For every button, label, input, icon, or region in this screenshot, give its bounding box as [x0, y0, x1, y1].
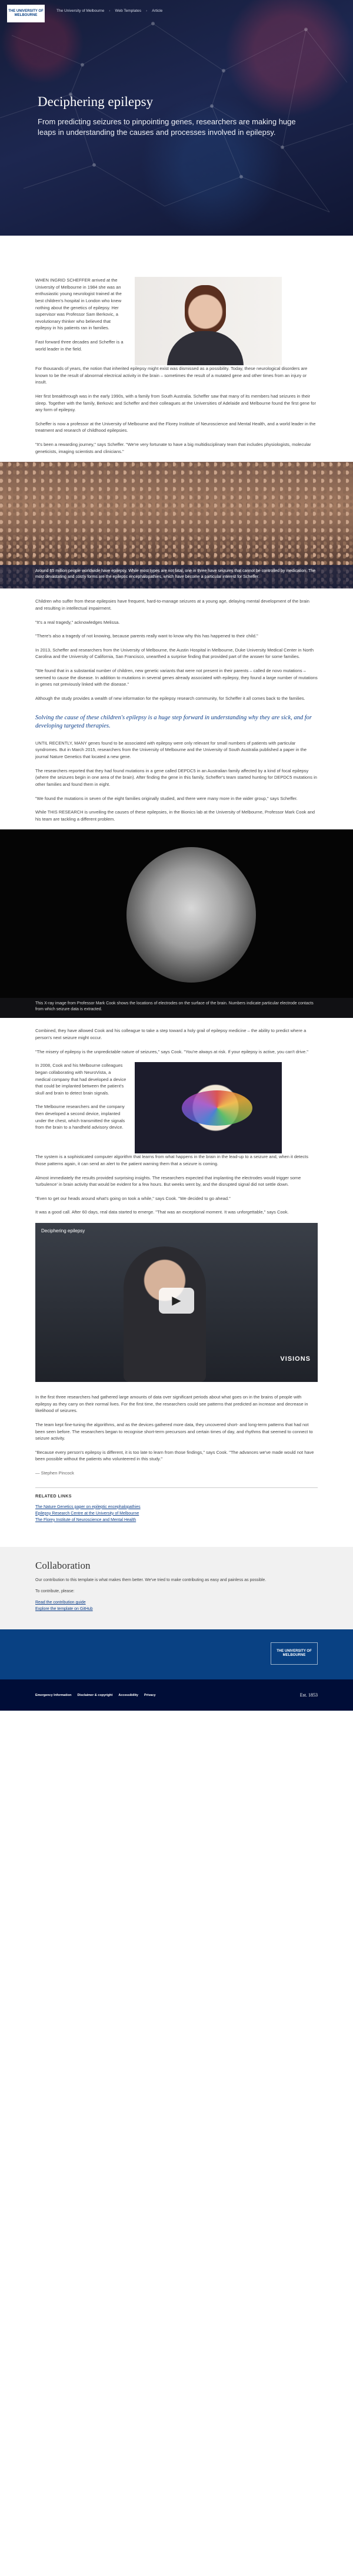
- paragraph: Combined, they have allowed Cook and his…: [35, 1028, 307, 1041]
- paragraph: In the first three researchers had gathe…: [35, 1394, 308, 1414]
- page-subtitle: From predicting seizures to pinpointing …: [38, 117, 296, 137]
- paragraph: Her first breakthrough was in the early …: [35, 393, 316, 413]
- related-heading: RELATED LINKS: [35, 1494, 72, 1499]
- related-links: RELATED LINKS The Nature Genetics paper …: [35, 1487, 318, 1523]
- brain-activity-shape: [182, 1090, 252, 1126]
- author-attribution: — Stephen Pincock: [35, 1470, 74, 1476]
- xray-caption: This X-ray image from Professor Mark Coo…: [0, 998, 353, 1019]
- brain-text: In 2008, Cook and his Melbourne colleagu…: [35, 1062, 126, 1138]
- xray-image: This X-ray image from Professor Mark Coo…: [0, 829, 353, 1019]
- footer-established: Est. 1853: [299, 1692, 318, 1698]
- footer-bottom: Emergency Information Disclaimer & copyr…: [0, 1679, 353, 1711]
- paragraph: WHEN INGRID SCHEFFER arrived at the Univ…: [35, 277, 122, 331]
- researcher-portrait-image: [135, 277, 282, 365]
- university-logo[interactable]: THE UNIVERSITY OF MELBOURNE: [7, 5, 45, 22]
- related-link[interactable]: The Nature Genetics paper on epileptic e…: [35, 1504, 318, 1510]
- collaboration-link[interactable]: Read the contribution guide: [35, 1599, 318, 1606]
- paragraph: The system is a sophisticated computer a…: [35, 1154, 309, 1166]
- video-player[interactable]: Deciphering epilepsy ▶ VISIONS: [35, 1223, 318, 1383]
- footer-logo-line2: MELBOURNE: [282, 1654, 306, 1658]
- breadcrumb-separator: ›: [109, 8, 111, 13]
- paragraph: Scheffer is now a professor at the Unive…: [35, 421, 316, 434]
- footer-university-logo[interactable]: THE UNIVERSITY OF MELBOURNE: [271, 1642, 318, 1665]
- logo-line1: THE UNIVERSITY OF: [8, 9, 44, 14]
- paragraph: For thousands of years, the notion that …: [35, 366, 308, 385]
- breadcrumb-item[interactable]: Article: [152, 9, 162, 13]
- breadcrumb-separator: ›: [146, 8, 148, 13]
- play-icon[interactable]: ▶: [159, 1288, 194, 1314]
- paragraph: Fast forward three decades and Scheffer …: [35, 339, 124, 352]
- collaboration-section: Collaboration Our contribution to this t…: [0, 1547, 353, 1630]
- paragraph: It was a good call. After 60 days, real …: [35, 1209, 289, 1215]
- hero-banner: THE UNIVERSITY OF MELBOURNE The Universi…: [0, 0, 353, 236]
- paragraph: "We found the mutations in seven of the …: [35, 795, 298, 801]
- paragraph: "The misery of epilepsy is the unpredict…: [35, 1049, 308, 1054]
- breadcrumb-item[interactable]: Web Templates: [115, 9, 141, 13]
- paragraph: Children who suffer from these epilepsie…: [35, 598, 309, 611]
- paragraph: While THIS RESEARCH is unveiling the cau…: [35, 809, 315, 822]
- paragraph: "Even to get our heads around what's goi…: [35, 1195, 231, 1201]
- collaboration-title: Collaboration: [35, 1560, 91, 1572]
- related-link[interactable]: The Florey Institute of Neuroscience and…: [35, 1517, 318, 1523]
- footer-logo-line1: THE UNIVERSITY OF: [277, 1649, 312, 1653]
- intro-section: WHEN INGRID SCHEFFER arrived at the Univ…: [35, 277, 318, 365]
- footer-link-privacy[interactable]: Privacy: [144, 1694, 156, 1697]
- top-bar: THE UNIVERSITY OF MELBOURNE The Universi…: [0, 0, 353, 22]
- portrait-head-shape: [185, 285, 226, 333]
- intro-text: WHEN INGRID SCHEFFER arrived at the Univ…: [35, 277, 126, 365]
- video-thumbnail-person: [124, 1246, 206, 1383]
- paragraph: Although the study provides a wealth of …: [35, 695, 305, 701]
- breadcrumb-item[interactable]: The University of Melbourne: [56, 9, 104, 13]
- paragraph: The researchers reported that they had f…: [35, 768, 317, 787]
- paragraph: The Melbourne researchers and the compan…: [35, 1104, 125, 1130]
- paragraph: "There's also a tragedy of not knowing, …: [35, 633, 258, 639]
- logo-line2: MELBOURNE: [14, 14, 38, 17]
- brain-scan-image: [135, 1062, 282, 1154]
- paragraph: UNTIL RECENTLY, MANY genes found to be a…: [35, 740, 307, 760]
- paragraph: In 2008, Cook and his Melbourne colleagu…: [35, 1063, 126, 1096]
- paragraph: "It's been a rewarding journey," says Sc…: [35, 442, 311, 454]
- collaboration-text: Our contribution to this template is wha…: [35, 1578, 267, 1583]
- footer-top: THE UNIVERSITY OF MELBOURNE: [0, 1629, 353, 1680]
- related-link[interactable]: Epilepsy Research Centre at the Universi…: [35, 1510, 318, 1517]
- footer-links: Emergency Information Disclaimer & copyr…: [35, 1694, 156, 1697]
- paragraph: "It's a real tragedy," acknowledges Meli…: [35, 619, 120, 625]
- brain-section: In 2008, Cook and his Melbourne colleagu…: [35, 1062, 318, 1154]
- paragraph: In 2013, Scheffer and researchers from t…: [35, 647, 314, 660]
- video-title: Deciphering epilepsy: [41, 1228, 85, 1234]
- crowd-image: Around 65 million people worldwide have …: [0, 462, 353, 589]
- article-body: WHEN INGRID SCHEFFER arrived at the Univ…: [0, 236, 353, 1523]
- pull-quote: Solving the cause of these children's ep…: [35, 714, 312, 729]
- footer-link-disclaimer[interactable]: Disclaimer & copyright: [77, 1694, 112, 1697]
- paragraph: "We found that in a substantial number o…: [35, 668, 318, 687]
- paragraph: The team kept fine-tuning the algorithms…: [35, 1421, 313, 1441]
- paragraph: "Because every person's epilepsy is diff…: [35, 1449, 314, 1462]
- footer-link-accessibility[interactable]: Accessibility: [118, 1694, 138, 1697]
- video-brand-tag: VISIONS: [280, 1355, 311, 1363]
- collaboration-link[interactable]: Explore the template on GitHub: [35, 1606, 318, 1612]
- crowd-caption: Around 65 million people worldwide have …: [0, 565, 353, 589]
- site-footer: THE UNIVERSITY OF MELBOURNE Emergency In…: [0, 1629, 353, 1711]
- portrait-body-shape: [167, 331, 244, 365]
- skull-xray-shape: [126, 847, 256, 983]
- page-title: Deciphering epilepsy: [38, 94, 154, 109]
- collaboration-text: To contribute, please:: [35, 1589, 75, 1593]
- footer-link-emergency[interactable]: Emergency Information: [35, 1694, 71, 1697]
- breadcrumb: The University of Melbourne › Web Templa…: [56, 9, 162, 13]
- paragraph: Almost immediately the results provided …: [35, 1175, 301, 1188]
